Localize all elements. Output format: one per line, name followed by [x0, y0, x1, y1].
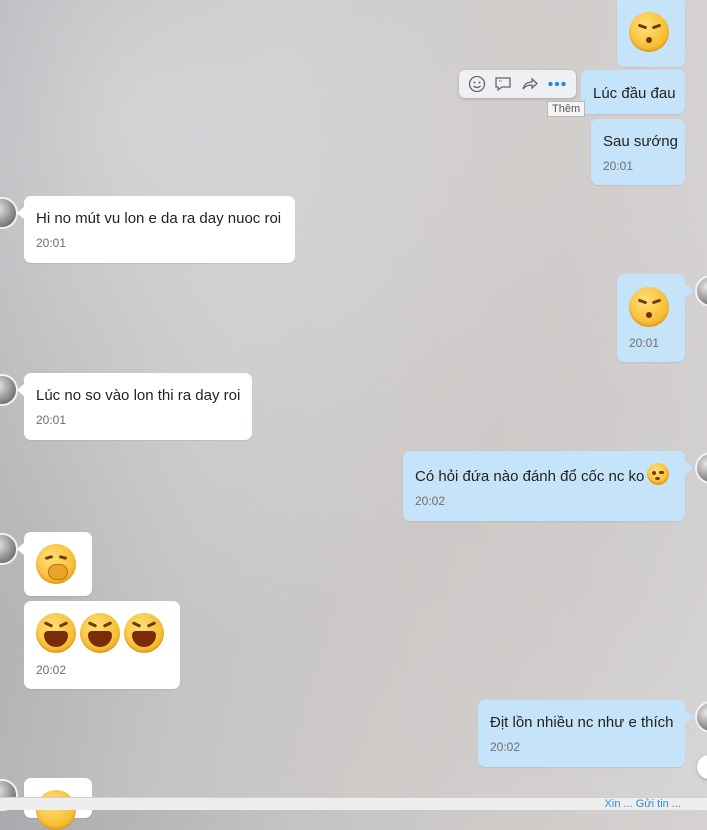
smiley-icon[interactable] — [467, 74, 487, 94]
scroll-to-bottom-button[interactable] — [697, 755, 707, 779]
quote-icon[interactable]: " — [493, 74, 513, 94]
message-action-toolbar: " — [459, 70, 576, 98]
own-avatar[interactable] — [695, 701, 707, 733]
wink-emoji-icon — [647, 463, 669, 485]
sender-avatar[interactable] — [0, 197, 18, 229]
message-time: 20:02 — [490, 740, 521, 754]
own-avatar[interactable] — [695, 275, 707, 307]
sender-avatar[interactable] — [0, 533, 18, 565]
laughing-emoji-icon — [36, 790, 76, 830]
hand-over-mouth-emoji-icon — [36, 544, 76, 584]
message-time: 20:01 — [629, 336, 660, 350]
bubble-tail — [685, 461, 693, 475]
more-tooltip: Thêm — [547, 101, 586, 117]
own-avatar[interactable] — [695, 452, 707, 484]
message-text: Có hỏi đứa nào đánh đổ cốc nc ko — [415, 468, 645, 485]
message-time: 20:01 — [36, 413, 67, 427]
sender-avatar[interactable] — [0, 374, 18, 406]
message-bubble-emoji-kiss[interactable]: 20:01 — [617, 274, 685, 362]
message-bubble-outgoing[interactable]: Có hỏi đứa nào đánh đổ cốc nc ko 20:02 — [403, 451, 685, 521]
bubble-tail — [685, 710, 693, 724]
more-icon[interactable] — [547, 74, 567, 94]
message-time: 20:01 — [603, 159, 634, 173]
kissing-emoji-icon — [629, 12, 669, 52]
message-time: 20:01 — [36, 236, 67, 250]
forward-icon[interactable] — [520, 74, 540, 94]
status-bar: Xin ... Gửi tin ... — [0, 797, 707, 810]
message-text: Lúc đầu đau — [593, 85, 676, 102]
message-text: Hi no mút vu lon e da ra day nuoc roi — [36, 210, 282, 227]
message-bubble-emoji-laugh[interactable]: 20:02 — [24, 601, 180, 689]
message-text: Sau sướng — [603, 133, 678, 150]
svg-text:": " — [499, 79, 502, 88]
kissing-emoji-icon — [629, 287, 669, 327]
message-time: 20:02 — [36, 663, 67, 677]
message-text: Lúc no so vào lon thi ra day roi — [36, 387, 241, 404]
message-text: Địt lồn nhiều nc như e thích — [490, 714, 674, 731]
laughing-emoji-icon — [36, 613, 76, 653]
message-bubble-incoming[interactable]: Hi no mút vu lon e da ra day nuoc roi 20… — [24, 196, 295, 263]
message-bubble-outgoing[interactable]: Địt lồn nhiều nc như e thích 20:02 — [478, 700, 685, 767]
bubble-tail — [685, 284, 693, 298]
message-time: 20:02 — [415, 494, 446, 508]
message-bubble-incoming[interactable]: Lúc no so vào lon thi ra day roi 20:01 — [24, 373, 252, 440]
laughing-emoji-icon — [124, 613, 164, 653]
message-bubble-emoji-kiss[interactable] — [617, 0, 685, 67]
message-bubble-outgoing[interactable]: Sau sướng 20:01 — [591, 119, 685, 185]
laughing-emoji-icon — [80, 613, 120, 653]
message-bubble-emoji-giggle[interactable] — [24, 532, 92, 596]
message-bubble-outgoing[interactable]: Lúc đầu đau — [581, 70, 685, 114]
bottom-link[interactable]: Xin ... Gửi tin ... — [605, 798, 681, 810]
